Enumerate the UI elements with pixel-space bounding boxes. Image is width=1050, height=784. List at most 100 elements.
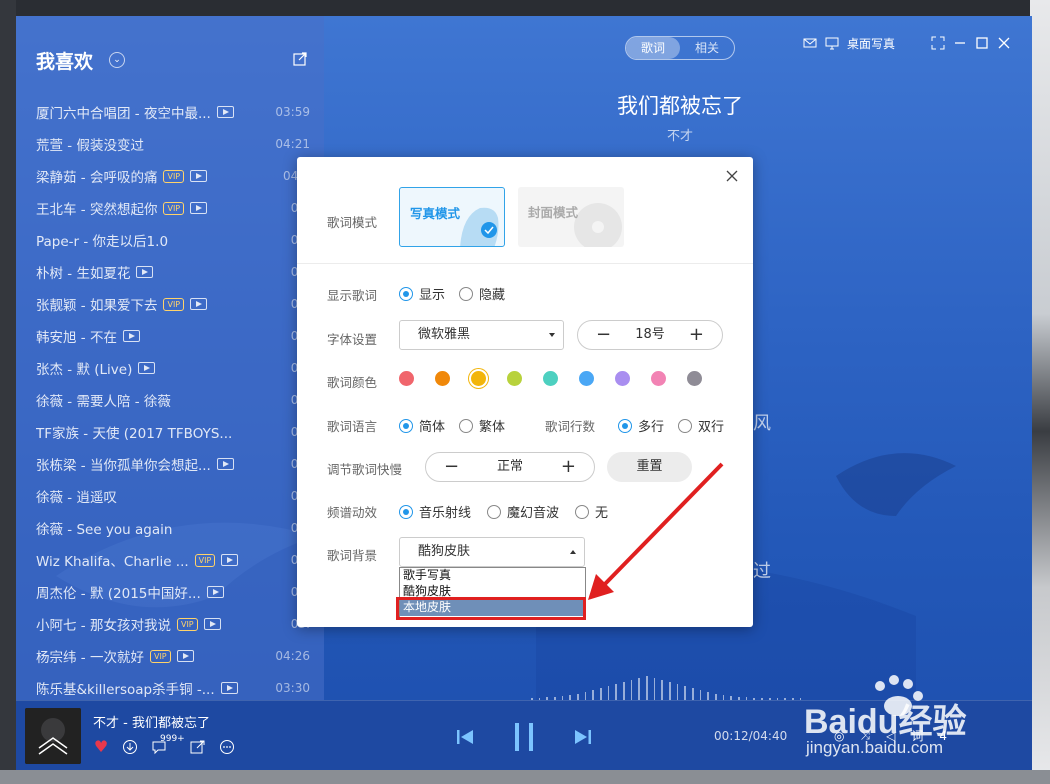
song-list-item[interactable]: 韩安旭 - 不在03:	[36, 320, 316, 352]
mv-icon[interactable]	[216, 106, 234, 118]
previous-icon[interactable]	[456, 728, 474, 746]
mv-icon[interactable]	[220, 682, 238, 694]
song-name: Wiz Khalifa、Charlie ...	[36, 554, 189, 570]
tab-lyrics[interactable]: 歌词	[626, 37, 680, 59]
pause-icon[interactable]	[512, 722, 536, 752]
color-swatch[interactable]	[615, 371, 630, 386]
song-list-item[interactable]: Pape-r - 你走以后1.003:	[36, 224, 316, 256]
song-list-item[interactable]: 荒萱 - 假装没变过 04:21	[36, 128, 316, 160]
song-list-item[interactable]: 厦门六中合唱团 - 夜空中最... 03:59	[36, 96, 316, 128]
mv-icon[interactable]	[176, 650, 194, 662]
show-option[interactable]: 显示	[399, 284, 445, 303]
hide-option[interactable]: 隐藏	[459, 284, 505, 303]
song-name: 杨宗纬 - 一次就好	[36, 650, 144, 666]
more-icon[interactable]	[219, 739, 235, 755]
song-list-item[interactable]: 周杰伦 - 默 (2015中国好...01:	[36, 576, 316, 608]
radio-checked[interactable]	[399, 418, 413, 433]
song-list-item[interactable]: 徐薇 - See you again03:	[36, 512, 316, 544]
background-select[interactable]: 酷狗皮肤	[399, 537, 585, 567]
song-title: 我们都被忘了	[617, 94, 743, 118]
download-icon[interactable]	[122, 739, 138, 755]
album-art[interactable]	[25, 708, 81, 764]
next-icon[interactable]	[574, 728, 592, 746]
color-swatch[interactable]	[471, 371, 486, 386]
color-swatch[interactable]	[687, 371, 702, 386]
spectrum-bar	[592, 690, 595, 700]
simplified-option[interactable]: 简体	[399, 416, 445, 435]
mv-icon[interactable]	[216, 458, 234, 470]
fullscreen-icon[interactable]	[931, 36, 945, 50]
desktop-photo-label[interactable]: 桌面写真	[847, 35, 895, 52]
song-name: 张杰 - 默 (Live)	[36, 362, 133, 378]
minimize-icon[interactable]	[953, 36, 967, 50]
plus-button[interactable]: +	[561, 456, 576, 478]
color-swatch[interactable]	[651, 371, 666, 386]
share-icon[interactable]	[190, 739, 206, 755]
song-name: 荒萱 - 假装没变过	[36, 138, 144, 154]
spectrum-bar	[584, 692, 587, 700]
color-swatch[interactable]	[579, 371, 594, 386]
watermark-brand: Baidu经验	[804, 703, 967, 741]
photo-mode-card[interactable]: 写真模式	[399, 187, 505, 247]
mv-icon[interactable]	[203, 618, 221, 630]
spectrum-bar	[669, 682, 671, 700]
tab-related[interactable]: 相关	[680, 37, 734, 59]
song-list-item[interactable]: TF家族 - 天使 (2017 TFBOYS...04:	[36, 416, 316, 448]
song-list-item[interactable]: 杨宗纬 - 一次就好 VIP 04:26	[36, 640, 316, 672]
radio-unchecked[interactable]	[487, 504, 501, 519]
mv-icon[interactable]	[221, 554, 239, 566]
multi-line-option[interactable]: 多行	[618, 416, 664, 435]
mv-icon[interactable]	[206, 586, 224, 598]
color-swatch[interactable]	[507, 371, 522, 386]
song-list-item[interactable]: 梁静茹 - 会呼吸的痛VIP04:2	[36, 160, 316, 192]
song-list-item[interactable]: 朴树 - 生如夏花04:	[36, 256, 316, 288]
song-list-item[interactable]: 徐薇 - 需要人陪 - 徐薇04:	[36, 384, 316, 416]
song-list-item[interactable]: 张栋梁 - 当你孤单你会想起...04:	[36, 448, 316, 480]
share-icon[interactable]	[293, 52, 307, 66]
cover-mode-card[interactable]: 封面模式	[518, 187, 624, 247]
mv-icon[interactable]	[190, 170, 208, 182]
spectrum-bar	[699, 690, 702, 700]
fx-none-option[interactable]: 无	[575, 502, 608, 521]
radio-unchecked[interactable]	[459, 418, 473, 433]
radio-checked[interactable]	[618, 418, 632, 433]
font-select[interactable]: 微软雅黑	[399, 320, 564, 350]
radio-unchecked[interactable]	[459, 286, 473, 301]
font-label: 字体设置	[327, 332, 378, 347]
mv-icon[interactable]	[136, 266, 154, 278]
song-list-item[interactable]: 小阿七 - 那女孩对我说VIP03:	[36, 608, 316, 640]
double-line-option[interactable]: 双行	[678, 416, 724, 435]
song-list-item[interactable]: Wiz Khalifa、Charlie ...VIP03:	[36, 544, 316, 576]
song-duration: 04:26	[275, 649, 310, 663]
song-list-item[interactable]: 张杰 - 默 (Live)06:	[36, 352, 316, 384]
mv-icon[interactable]	[190, 202, 208, 214]
traditional-option[interactable]: 繁体	[459, 416, 505, 435]
maximize-icon[interactable]	[975, 36, 989, 50]
song-list-item[interactable]: 张靓颖 - 如果爱下去VIP04:	[36, 288, 316, 320]
radio-unchecked[interactable]	[575, 504, 589, 519]
reset-button[interactable]: 重置	[607, 452, 692, 482]
radio-checked[interactable]	[399, 286, 413, 301]
dropdown-option[interactable]: 歌手写真	[400, 568, 585, 584]
mail-icon[interactable]	[803, 36, 817, 50]
color-swatch[interactable]	[543, 371, 558, 386]
desktop-icon[interactable]	[825, 36, 839, 50]
heart-icon[interactable]: ♥	[93, 739, 109, 755]
fx-ray-option[interactable]: 音乐射线	[399, 502, 471, 521]
close-icon[interactable]	[997, 36, 1011, 50]
color-swatch[interactable]	[435, 371, 450, 386]
radio-checked[interactable]	[399, 504, 413, 519]
comment-icon[interactable]: 999+	[151, 734, 185, 755]
mv-icon[interactable]	[122, 330, 140, 342]
radio-unchecked[interactable]	[678, 418, 692, 433]
plus-button[interactable]: +	[689, 324, 704, 346]
close-icon[interactable]	[725, 169, 739, 183]
song-list-item[interactable]: 王北车 - 突然想起你VIP03:	[36, 192, 316, 224]
mv-icon[interactable]	[190, 298, 208, 310]
chevron-down-icon[interactable]: ⌄	[109, 52, 125, 68]
color-swatch[interactable]	[399, 371, 414, 386]
mv-icon[interactable]	[138, 362, 156, 374]
desktop-top	[0, 0, 1050, 16]
song-list-item[interactable]: 徐薇 - 逍遥叹04:	[36, 480, 316, 512]
fx-wave-option[interactable]: 魔幻音波	[487, 502, 559, 521]
